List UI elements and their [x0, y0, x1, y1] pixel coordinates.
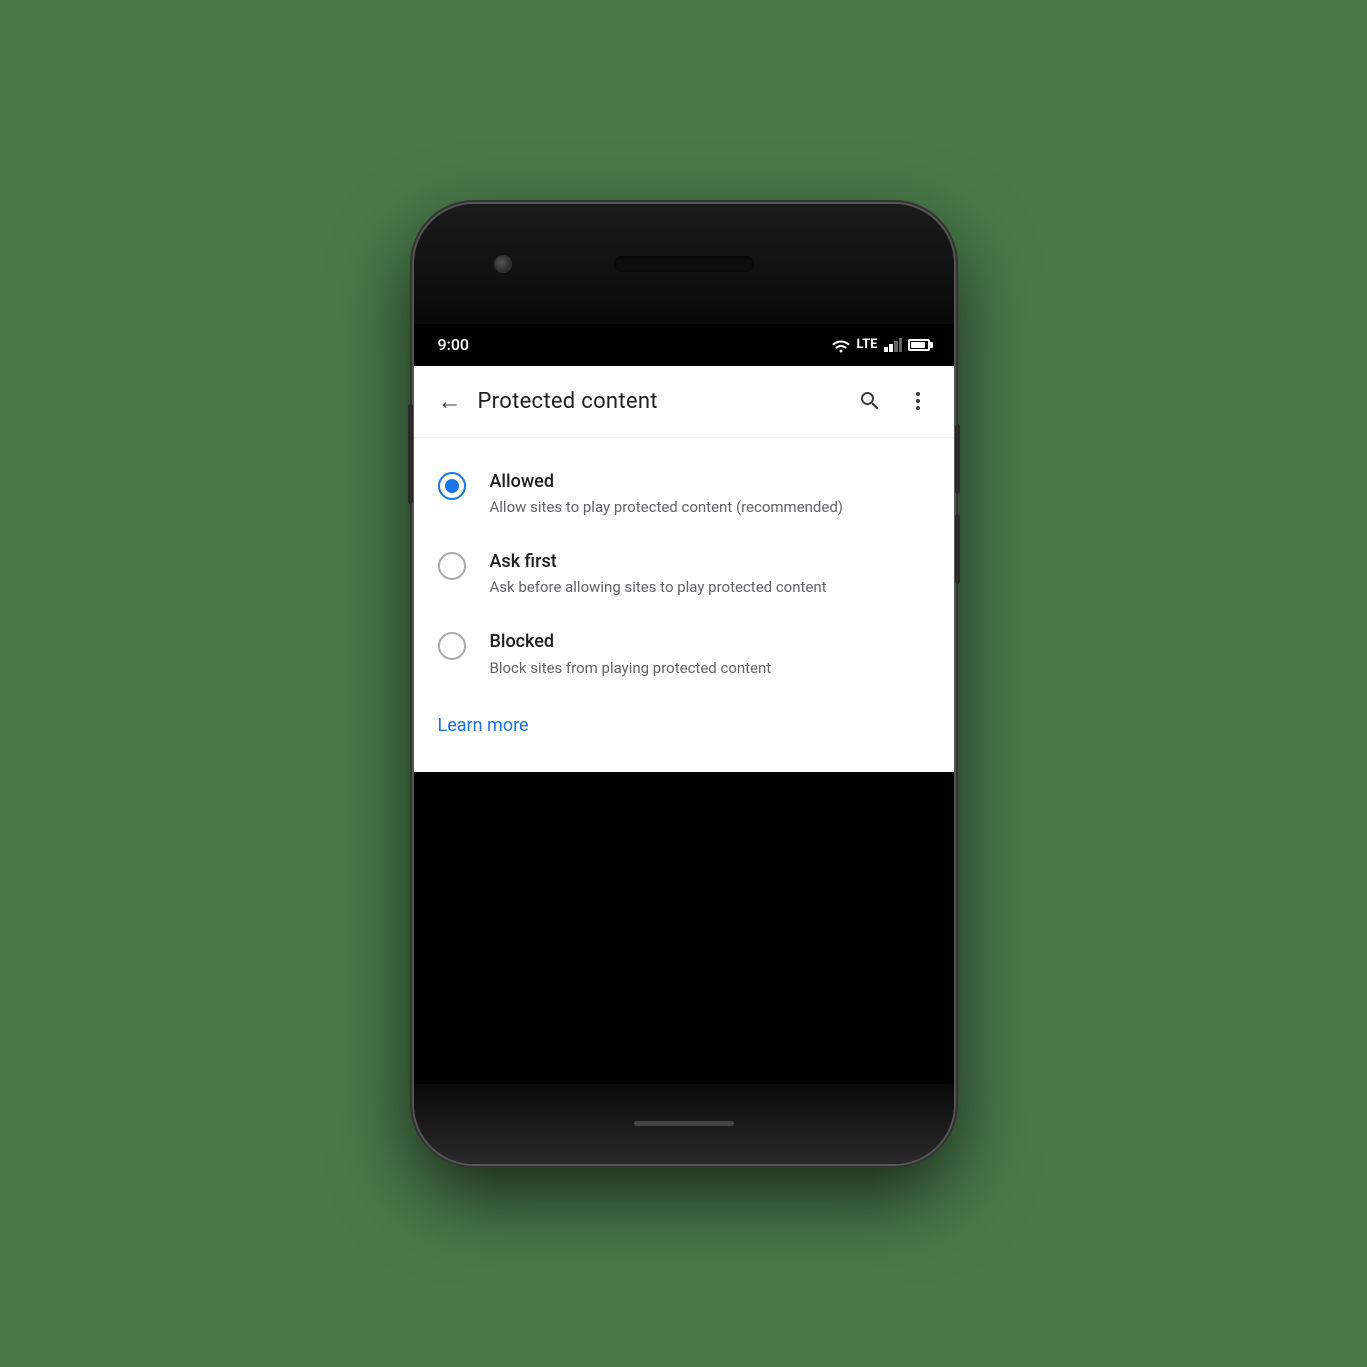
- radio-list: Allowed Allow sites to play protected co…: [414, 438, 954, 772]
- status-bar: 9:00 LTE: [414, 324, 954, 366]
- page-title: Protected content: [478, 389, 850, 414]
- search-icon: [858, 389, 882, 413]
- phone-screen: 9:00 LTE: [414, 324, 954, 1084]
- status-icons: LTE: [831, 337, 930, 353]
- content-area: ← Protected content: [414, 366, 954, 772]
- signal-icon: [884, 338, 902, 352]
- option-allowed-label: Allowed: [490, 470, 930, 493]
- option-blocked-desc: Block sites from playing protected conte…: [490, 658, 930, 679]
- radio-ask-first-circle: [438, 552, 466, 580]
- lte-label: LTE: [857, 337, 878, 352]
- radio-blocked-circle: [438, 632, 466, 660]
- top-bezel: [414, 204, 954, 324]
- phone-device: 9:00 LTE: [414, 204, 954, 1164]
- option-allowed-text: Allowed Allow sites to play protected co…: [490, 470, 930, 518]
- option-allowed[interactable]: Allowed Allow sites to play protected co…: [414, 454, 954, 534]
- option-blocked-text: Blocked Block sites from playing protect…: [490, 630, 930, 678]
- back-button[interactable]: ←: [430, 381, 470, 421]
- more-vert-icon: [906, 389, 930, 413]
- volume-down-button[interactable]: [955, 514, 960, 584]
- learn-more-section: Learn more: [414, 695, 954, 756]
- back-arrow-icon: ←: [438, 389, 462, 413]
- app-bar-actions: [850, 381, 938, 421]
- search-button[interactable]: [850, 381, 890, 421]
- option-ask-first-text: Ask first Ask before allowing sites to p…: [490, 550, 930, 598]
- option-allowed-desc: Allow sites to play protected content (r…: [490, 497, 930, 518]
- home-indicator: [634, 1121, 734, 1126]
- battery-fill: [911, 342, 925, 348]
- option-ask-first-label: Ask first: [490, 550, 930, 573]
- more-options-button[interactable]: [898, 381, 938, 421]
- option-blocked-label: Blocked: [490, 630, 930, 653]
- wifi-icon: [831, 337, 851, 353]
- front-camera: [494, 255, 512, 273]
- volume-up-button[interactable]: [955, 424, 960, 494]
- option-ask-first-desc: Ask before allowing sites to play protec…: [490, 577, 930, 598]
- power-button[interactable]: [408, 404, 413, 504]
- radio-allowed-circle: [438, 472, 466, 500]
- app-bar: ← Protected content: [414, 366, 954, 438]
- earpiece-speaker: [614, 256, 754, 272]
- bottom-bezel: [414, 1084, 954, 1164]
- learn-more-link[interactable]: Learn more: [438, 715, 529, 736]
- option-blocked[interactable]: Blocked Block sites from playing protect…: [414, 614, 954, 694]
- status-time: 9:00: [438, 335, 470, 354]
- battery-icon: [908, 339, 930, 351]
- option-ask-first[interactable]: Ask first Ask before allowing sites to p…: [414, 534, 954, 614]
